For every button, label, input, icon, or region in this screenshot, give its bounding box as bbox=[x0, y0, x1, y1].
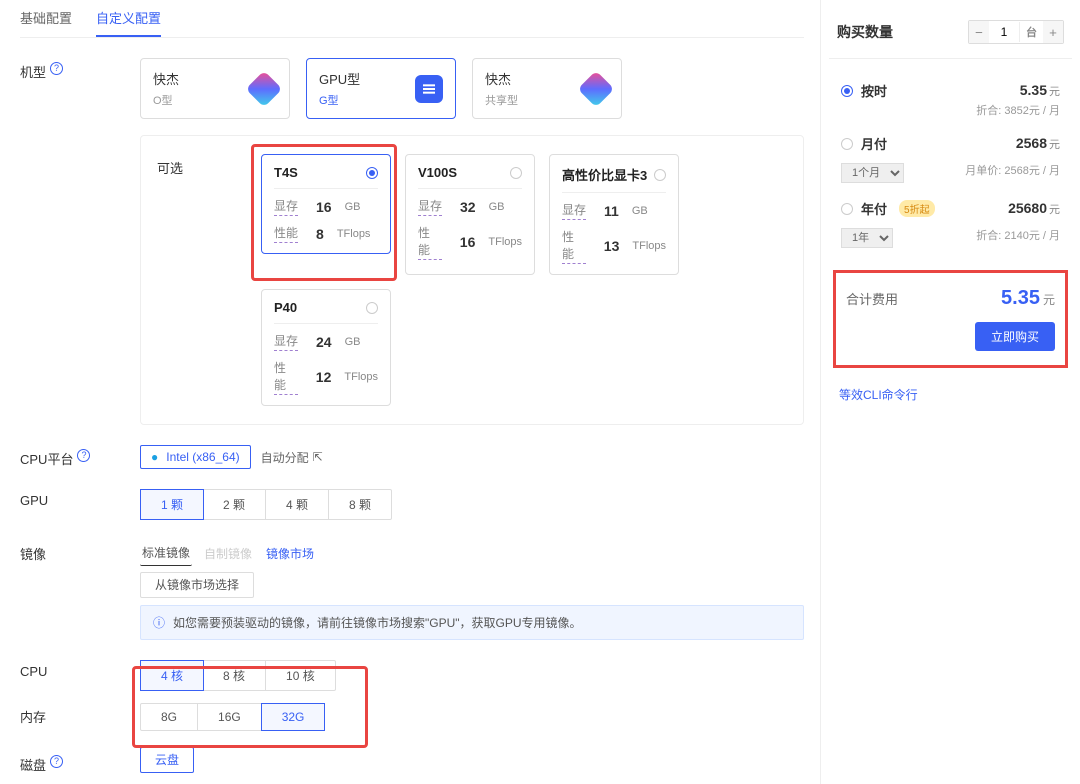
total-highlight: 合计费用 5.35元 立即购买 bbox=[833, 270, 1068, 368]
gpu-count-1[interactable]: 1 颗 bbox=[140, 489, 204, 520]
mem-8g[interactable]: 8G bbox=[141, 704, 198, 730]
qty-stepper[interactable]: − 台 + bbox=[968, 20, 1064, 44]
image-info-banner: ⓘ如您需要预装驱动的镜像，请前往镜像市场搜索"GPU"，获取GPU专用镜像。 bbox=[140, 605, 804, 640]
year-select[interactable]: 1年 bbox=[841, 228, 893, 248]
pay-month[interactable]: 月付 2568元 1个月 月单价: 2568元 / 月 bbox=[833, 126, 1068, 191]
gradient-icon bbox=[578, 70, 615, 107]
label-gpu: GPU bbox=[20, 489, 140, 520]
mem-16g[interactable]: 16G bbox=[198, 704, 262, 730]
gpu-card-v100s[interactable]: V100S 显存32GB 性能16TFlops bbox=[405, 154, 535, 275]
radio-icon bbox=[366, 167, 378, 179]
pay-hour[interactable]: 按时 5.35元 折合: 3852元 / 月 bbox=[833, 73, 1068, 126]
label-image: 镜像 bbox=[20, 540, 140, 640]
tab-basic[interactable]: 基础配置 bbox=[20, 0, 72, 37]
cpu-platform-intel[interactable]: ●Intel (x86_64) bbox=[140, 445, 251, 469]
buy-now-button[interactable]: 立即购买 bbox=[975, 322, 1055, 351]
qty-input[interactable] bbox=[989, 25, 1019, 39]
label-cpu: CPU bbox=[20, 660, 140, 691]
auto-alloc[interactable]: 自动分配⇱ bbox=[261, 449, 323, 466]
radio-icon bbox=[841, 203, 853, 215]
image-tab-custom[interactable]: 自制镜像 bbox=[202, 541, 254, 566]
radio-icon bbox=[510, 167, 522, 179]
label-disk: 磁盘? bbox=[20, 751, 140, 784]
radio-icon bbox=[366, 302, 378, 314]
gpu-card-p40[interactable]: P40 显存24GB 性能12TFlops bbox=[261, 289, 391, 406]
gpu-count-group: 1 颗 2 颗 4 颗 8 颗 bbox=[140, 489, 392, 520]
image-tab-market[interactable]: 镜像市场 bbox=[264, 541, 316, 566]
image-market-select-btn[interactable]: 从镜像市场选择 bbox=[140, 572, 254, 598]
image-tab-standard[interactable]: 标准镜像 bbox=[140, 540, 192, 566]
cpu-10[interactable]: 10 核 bbox=[266, 661, 335, 690]
disk-tab-cloud[interactable]: 云盘 bbox=[140, 747, 194, 773]
mem-32g[interactable]: 32G bbox=[261, 703, 326, 731]
radio-icon bbox=[841, 138, 853, 150]
label-memory: 内存 bbox=[20, 703, 140, 731]
qty-plus[interactable]: + bbox=[1043, 21, 1063, 43]
cpu-8[interactable]: 8 核 bbox=[203, 661, 266, 690]
gpu-card-value3[interactable]: 高性价比显卡3 显存11GB 性能13TFlops bbox=[549, 154, 679, 275]
help-icon[interactable]: ? bbox=[77, 449, 90, 462]
cpu-4[interactable]: 4 核 bbox=[140, 660, 204, 691]
discount-tag: 5折起 bbox=[899, 200, 935, 217]
radio-icon bbox=[841, 85, 853, 97]
external-icon: ⇱ bbox=[313, 450, 323, 464]
gpu-count-8[interactable]: 8 颗 bbox=[329, 490, 391, 519]
info-icon: ⓘ bbox=[153, 614, 165, 631]
month-select[interactable]: 1个月 bbox=[841, 163, 904, 183]
gpu-count-2[interactable]: 2 颗 bbox=[203, 490, 266, 519]
gradient-icon bbox=[246, 70, 283, 107]
radio-icon bbox=[654, 169, 666, 181]
gpu-count-4[interactable]: 4 颗 bbox=[266, 490, 329, 519]
tab-custom[interactable]: 自定义配置 bbox=[96, 0, 161, 37]
pay-year[interactable]: 年付5折起 25680元 1年 折合: 2140元 / 月 bbox=[833, 191, 1068, 256]
machine-type-o[interactable]: 快杰O型 bbox=[140, 58, 290, 119]
gpu-card-t4s[interactable]: T4S 显存16GB 性能8TFlops bbox=[261, 154, 391, 254]
buy-qty-label: 购买数量 bbox=[837, 22, 893, 42]
bars-icon bbox=[415, 75, 443, 103]
label-cpu-platform: CPU平台? bbox=[20, 445, 140, 469]
cli-link[interactable]: 等效CLI命令行 bbox=[839, 386, 1062, 403]
label-optional: 可选 bbox=[157, 154, 261, 406]
total-label: 合计费用 bbox=[846, 289, 898, 308]
machine-type-shared[interactable]: 快杰共享型 bbox=[472, 58, 622, 119]
label-machine: 机型? bbox=[20, 58, 140, 425]
help-icon[interactable]: ? bbox=[50, 62, 63, 75]
help-icon[interactable]: ? bbox=[50, 755, 63, 768]
machine-type-gpu[interactable]: GPU型G型 bbox=[306, 58, 456, 119]
qty-minus[interactable]: − bbox=[969, 21, 989, 43]
